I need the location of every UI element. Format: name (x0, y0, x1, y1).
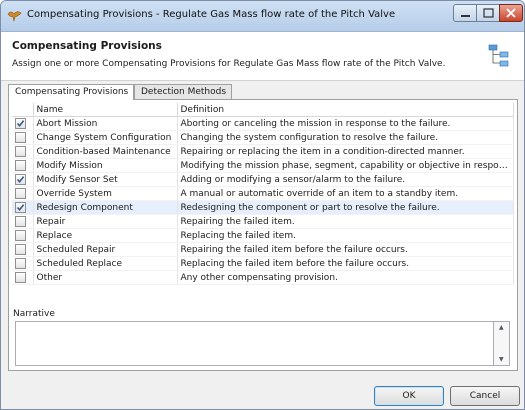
table-row[interactable]: Scheduled Repair Repairing the failed ite… (12, 242, 514, 257)
row-checkbox-cell (12, 144, 34, 159)
dialog-window: Compensating Provisions - Regulate Gas M… (0, 0, 525, 410)
tab-compensating-provisions[interactable]: Compensating Provisions (8, 84, 134, 100)
tab-detection-methods[interactable]: Detection Methods (134, 84, 232, 99)
row-name: Other (33, 270, 178, 285)
narrative-scrollbar[interactable]: ▲ ▼ (494, 321, 510, 366)
row-definition: Any other compensating provision. (177, 270, 514, 285)
header-title: Compensating Provisions (12, 40, 162, 52)
maximize-button[interactable] (476, 4, 500, 22)
table-row[interactable]: Other Any other compensating provision. (12, 270, 514, 285)
row-checkbox-cell (12, 270, 34, 285)
row-name: Redesign Component (33, 200, 178, 215)
row-name: Repair (33, 214, 178, 229)
row-definition: Adding or modifying a sensor/alarm to th… (177, 172, 514, 187)
row-checkbox-cell (12, 256, 34, 271)
scroll-down-icon[interactable]: ▼ (499, 356, 504, 363)
minimize-button[interactable] (453, 4, 477, 22)
row-checkbox[interactable] (15, 272, 26, 283)
row-checkbox-cell (12, 228, 34, 243)
narrative-textarea[interactable] (15, 321, 494, 366)
row-checkbox-cell (12, 172, 34, 187)
table-row[interactable]: Condition-based Maintenance Repairing or … (12, 144, 514, 159)
header-subtitle: Assign one or more Compensating Provisio… (12, 59, 446, 69)
row-definition: Changing the system configuration to res… (177, 130, 514, 145)
row-checkbox[interactable] (15, 258, 26, 269)
row-name: Abort Mission (33, 116, 178, 131)
row-checkbox[interactable] (15, 146, 26, 157)
row-definition: Repairing the failed item. (177, 214, 514, 229)
row-definition: Repairing the failed item before the fai… (177, 242, 514, 257)
row-name: Override System (33, 186, 178, 201)
table-row[interactable]: Modify Sensor Set Adding or modifying a s… (12, 172, 514, 187)
row-name: Scheduled Repair (33, 242, 178, 257)
row-checkbox-cell (12, 116, 34, 131)
row-checkbox[interactable] (15, 202, 26, 213)
provisions-table: Name Definition Abort Mission Aborting or… (12, 103, 514, 285)
tree-structure-icon (487, 43, 511, 72)
row-definition: Repairing or replacing the item in a con… (177, 144, 514, 159)
row-checkbox-cell (12, 242, 34, 257)
row-checkbox-cell (12, 214, 34, 229)
table-row[interactable]: Abort Mission Aborting or canceling the m… (12, 116, 514, 131)
column-header-name[interactable]: Name (33, 103, 178, 117)
row-definition: Aborting or canceling the mission in res… (177, 116, 514, 131)
row-definition: Modifying the mission phase, segment, ca… (177, 158, 514, 173)
table-row[interactable]: Redesign Component Redesigning the compon… (12, 200, 514, 215)
dialog-header: Compensating Provisions Assign one or mo… (1, 32, 524, 81)
row-checkbox-cell (12, 158, 34, 173)
table-row[interactable]: Repair Repairing the failed item. (12, 214, 514, 229)
row-checkbox-cell (12, 186, 34, 201)
row-name: Modify Sensor Set (33, 172, 178, 187)
row-name: Change System Configuration (33, 130, 178, 145)
row-definition: A manual or automatic override of an ite… (177, 186, 514, 201)
row-name: Condition-based Maintenance (33, 144, 178, 159)
title-bar[interactable]: Compensating Provisions - Regulate Gas M… (1, 1, 524, 32)
row-checkbox[interactable] (15, 230, 26, 241)
row-checkbox[interactable] (15, 132, 26, 143)
row-checkbox[interactable] (15, 244, 26, 255)
bird-logo-icon (7, 8, 22, 23)
scroll-up-icon[interactable]: ▲ (499, 324, 504, 331)
row-checkbox-cell (12, 200, 34, 215)
close-button[interactable] (499, 4, 523, 22)
row-definition: Replacing the failed item. (177, 228, 514, 243)
row-name: Scheduled Replace (33, 256, 178, 271)
table-row[interactable]: Modify Mission Modifying the mission phas… (12, 158, 514, 173)
row-definition: Redesigning the component or part to res… (177, 200, 514, 215)
row-definition: Replacing the failed item before the fai… (177, 256, 514, 271)
checkbox-column-header (12, 103, 34, 117)
table-row[interactable]: Replace Replacing the failed item. (12, 228, 514, 243)
table-row[interactable]: Scheduled Replace Replacing the failed it… (12, 256, 514, 271)
ok-button[interactable]: OK (374, 386, 444, 406)
narrative-label: Narrative (13, 309, 55, 319)
table-row[interactable]: Change System Configuration Changing the … (12, 130, 514, 145)
window-title: Compensating Provisions - Regulate Gas M… (27, 9, 396, 20)
table-row[interactable]: Override System A manual or automatic ove… (12, 186, 514, 201)
cancel-button[interactable]: Cancel (450, 386, 520, 406)
row-checkbox[interactable] (15, 160, 26, 171)
tab-bar: Compensating Provisions Detection Method… (8, 84, 518, 100)
row-name: Modify Mission (33, 158, 178, 173)
row-checkbox[interactable] (15, 174, 26, 185)
column-header-definition[interactable]: Definition (177, 103, 514, 117)
row-checkbox[interactable] (15, 118, 26, 129)
row-checkbox[interactable] (15, 216, 26, 227)
row-name: Replace (33, 228, 178, 243)
row-checkbox[interactable] (15, 188, 26, 199)
row-checkbox-cell (12, 130, 34, 145)
